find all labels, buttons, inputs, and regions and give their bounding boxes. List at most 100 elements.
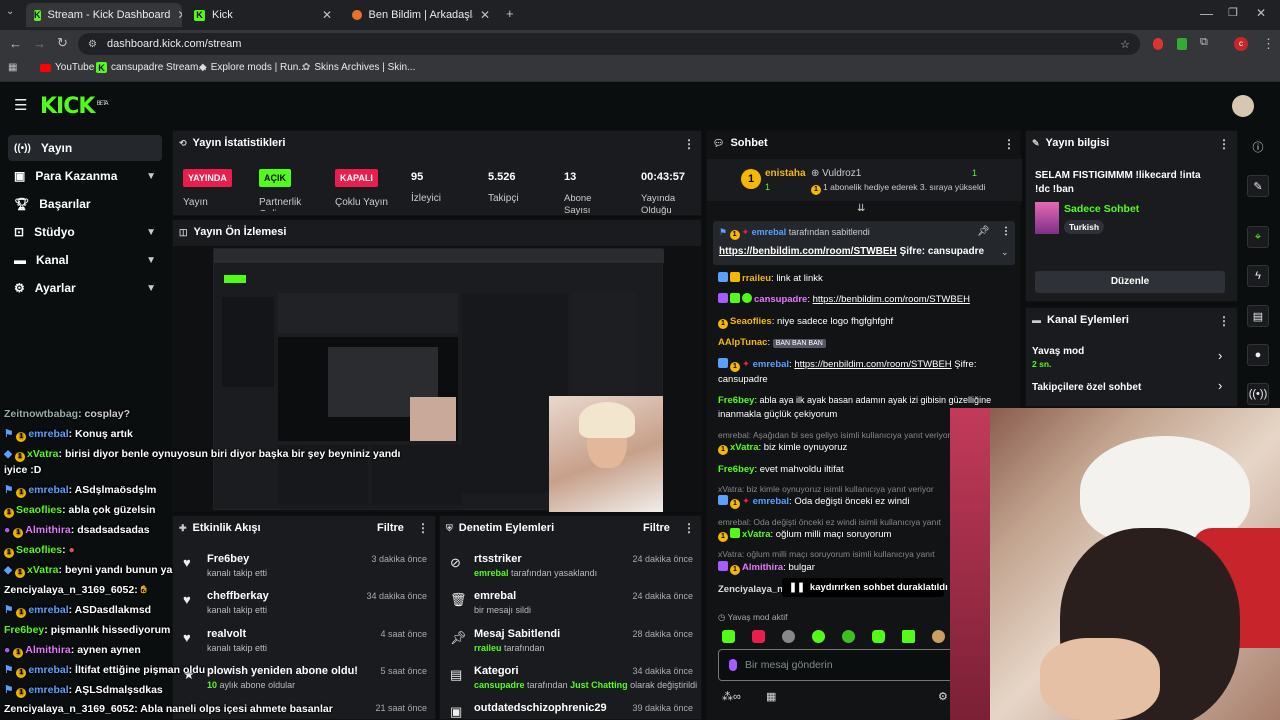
- target-icon[interactable]: ⌖: [1247, 226, 1269, 248]
- emote-icon[interactable]: [782, 630, 795, 643]
- extension-shield-icon[interactable]: [1177, 38, 1187, 50]
- slow-mode-toggle[interactable]: Yavaş mod 2 sn. ›: [1026, 344, 1239, 370]
- clipboard-icon[interactable]: ▤: [1247, 305, 1269, 327]
- sidebar-item-kanal[interactable]: ▬ Kanal ▼: [8, 247, 162, 273]
- broadcast-rail-icon[interactable]: ((•)): [1247, 383, 1269, 405]
- chevron-right-icon: ›: [1218, 378, 1223, 393]
- pin-icon[interactable]: 📌︎: [977, 226, 990, 237]
- bookmark-explore-mods[interactable]: ◆ Explore mods | Run...: [199, 62, 307, 73]
- broadcast-icon: ((•)): [14, 142, 31, 154]
- close-icon[interactable]: ✕: [480, 8, 490, 22]
- reload-icon[interactable]: ↻: [57, 35, 68, 51]
- collapse-icon[interactable]: ⇊: [857, 203, 865, 214]
- activity-icon: ✚: [179, 522, 187, 533]
- moderation-filter-button[interactable]: Filtre: [643, 522, 670, 534]
- tag-chip[interactable]: Turkish: [1064, 220, 1105, 234]
- moderation-title: ⛨ Denetim Eylemleri: [446, 522, 555, 534]
- channel-icon: ▬: [14, 253, 26, 267]
- vip-badge-icon: [730, 528, 740, 538]
- gifter-rank-badge: 1: [741, 169, 761, 189]
- stream-preview-video[interactable]: [173, 246, 703, 512]
- more-options-icon[interactable]: ⋮: [683, 137, 695, 151]
- site-info-icon[interactable]: ⚙: [88, 39, 97, 50]
- user-avatar[interactable]: [1232, 95, 1254, 117]
- window-close-icon[interactable]: ✕: [1256, 6, 1266, 20]
- activity-filter-button[interactable]: Filtre: [377, 522, 404, 534]
- hamburger-menu-icon[interactable]: ☰: [14, 96, 27, 114]
- stream-stats-panel: ⟲ Yayın İstatistikleri ⋮ YAYINDA Yayın A…: [172, 130, 702, 216]
- webcam-flower-decor: [950, 408, 990, 720]
- chat-message: 1 Almithira: bulgar: [718, 561, 948, 575]
- more-options-icon[interactable]: ⋮: [1218, 137, 1230, 151]
- edit-pencil-icon[interactable]: ✎: [1247, 175, 1269, 197]
- emote-icon[interactable]: [932, 630, 945, 643]
- overlay-chat-line: Zenciyalaya_n_3169_6052: Abla naneli olp…: [4, 703, 333, 715]
- close-icon[interactable]: ✕: [322, 8, 332, 22]
- back-icon[interactable]: ←: [9, 36, 22, 51]
- emote-icon[interactable]: [752, 630, 765, 643]
- pinned-more-icon[interactable]: ⋮: [1001, 226, 1011, 237]
- overlay-chat-line: ⚑ 1 emrebal: ASDasdlakmsd: [4, 604, 152, 618]
- edit-button[interactable]: Düzenle: [1035, 271, 1225, 293]
- sidebar-item-yayin[interactable]: ((•)) Yayın: [8, 135, 162, 161]
- more-options-icon[interactable]: ⋮: [417, 521, 429, 535]
- bookmark-skins[interactable]: ✿ Skins Archives | Skin...: [302, 62, 415, 73]
- tab-benbildim[interactable]: Ben Bildim | Arkadaşlarınla Onl ✕: [344, 3, 498, 27]
- list-item: 🗑︎ emrebal bir mesajı sildi 24 dakika ön…: [450, 590, 693, 615]
- stats-title: ⟲ Yayın İstatistikleri: [179, 137, 286, 149]
- bookmark-youtube[interactable]: YouTube: [40, 62, 94, 73]
- kick-logo[interactable]: KICK BETA: [40, 94, 109, 119]
- emote-icon[interactable]: [872, 630, 885, 643]
- chat-rail-icon[interactable]: ●: [1247, 344, 1269, 366]
- gifter-name[interactable]: enistaha: [765, 168, 806, 179]
- chat-message: 1 xVatra: oğlum milli maçı soruyorum: [718, 528, 948, 542]
- sidebar-item-para-kazanma[interactable]: ▣ Para Kazanma ▼: [8, 163, 162, 189]
- preview-nested-webcam: [410, 397, 456, 441]
- preview-stats: [278, 293, 458, 333]
- tab-kick-dashboard[interactable]: K Stream - Kick Dashboard ✕: [26, 3, 182, 27]
- apps-grid-icon[interactable]: ▦: [8, 62, 17, 73]
- restore-icon[interactable]: ❐: [1228, 6, 1238, 19]
- bookmark-star-icon[interactable]: ☆: [1120, 38, 1130, 51]
- chevron-down-icon[interactable]: ⌄: [1001, 247, 1009, 258]
- more-options-icon[interactable]: ⋮: [683, 521, 695, 535]
- tab-search-icon[interactable]: ⌄: [6, 6, 14, 17]
- chat-input[interactable]: Bir mesaj gönderin: [718, 649, 958, 681]
- more-options-icon[interactable]: ⋮: [1218, 314, 1230, 328]
- bookmark-cansupadre[interactable]: K cansupadre Stream...: [96, 62, 207, 73]
- sidebar-item-studyo[interactable]: ⊡ Stüdyo ▼: [8, 219, 162, 245]
- emote-icon[interactable]: [902, 630, 915, 643]
- more-options-icon[interactable]: ⋮: [1003, 137, 1015, 151]
- category-link[interactable]: Sadece Sohbet: [1064, 203, 1139, 215]
- sidebar-item-basarilar[interactable]: 🏆︎ Başarılar: [8, 191, 162, 217]
- minimize-icon[interactable]: —: [1200, 6, 1213, 21]
- info-icon[interactable]: ⓘ: [1247, 136, 1269, 158]
- store-icon[interactable]: ▦: [766, 690, 776, 703]
- extensions-icon[interactable]: ⧉: [1200, 36, 1208, 49]
- overlay-chat-line: ● 1 Almithira: aynen aynen: [4, 644, 141, 658]
- emote-icon[interactable]: [842, 630, 855, 643]
- close-icon[interactable]: ✕: [177, 8, 182, 22]
- overlay-chat-line: ◆ 1 xVatra: beyni yandı bunun ya: [4, 564, 173, 578]
- followers-only-toggle[interactable]: Takipçilere özel sohbet ›: [1026, 378, 1239, 398]
- chat-paused-banner[interactable]: ❚❚ kaydırırken sohbet duraklatıldı: [782, 578, 948, 597]
- kick-favicon-icon: K: [34, 9, 41, 21]
- pinned-link[interactable]: https://benbildim.com/room/STWBEH: [719, 246, 897, 257]
- extension-red-icon[interactable]: [1153, 38, 1163, 50]
- emote-icon[interactable]: [722, 630, 735, 643]
- browser-tab-bar: ⌄ K Stream - Kick Dashboard ✕ K Kick ✕ B…: [0, 0, 1280, 30]
- emote-icon[interactable]: [812, 630, 825, 643]
- forward-icon[interactable]: →: [33, 36, 46, 51]
- tab-kick[interactable]: K Kick ✕: [186, 3, 340, 27]
- lightning-icon[interactable]: ϟ: [1247, 265, 1269, 287]
- channel-actions-panel: ▬ Kanal Eylemleri ⋮ Yavaş mod 2 sn. › Ta…: [1025, 307, 1238, 407]
- gear-icon[interactable]: ⚙: [938, 690, 948, 703]
- chat-message: 1 ✦ emrebal: https://benbildim.com/room/S…: [718, 358, 976, 372]
- browser-menu-icon[interactable]: ⋮: [1262, 36, 1275, 52]
- new-tab-icon[interactable]: +: [506, 6, 514, 21]
- profile-avatar[interactable]: c: [1234, 37, 1248, 51]
- sidebar-item-ayarlar[interactable]: ⚙ Ayarlar ▼: [8, 275, 162, 301]
- chat-settings-icon[interactable]: ⁂∞: [722, 690, 741, 703]
- url-field[interactable]: ⚙ dashboard.kick.com/stream ☆: [78, 33, 1140, 55]
- chat-message: Fre6bey: abla aya ilk ayak basan adamın …: [718, 395, 992, 406]
